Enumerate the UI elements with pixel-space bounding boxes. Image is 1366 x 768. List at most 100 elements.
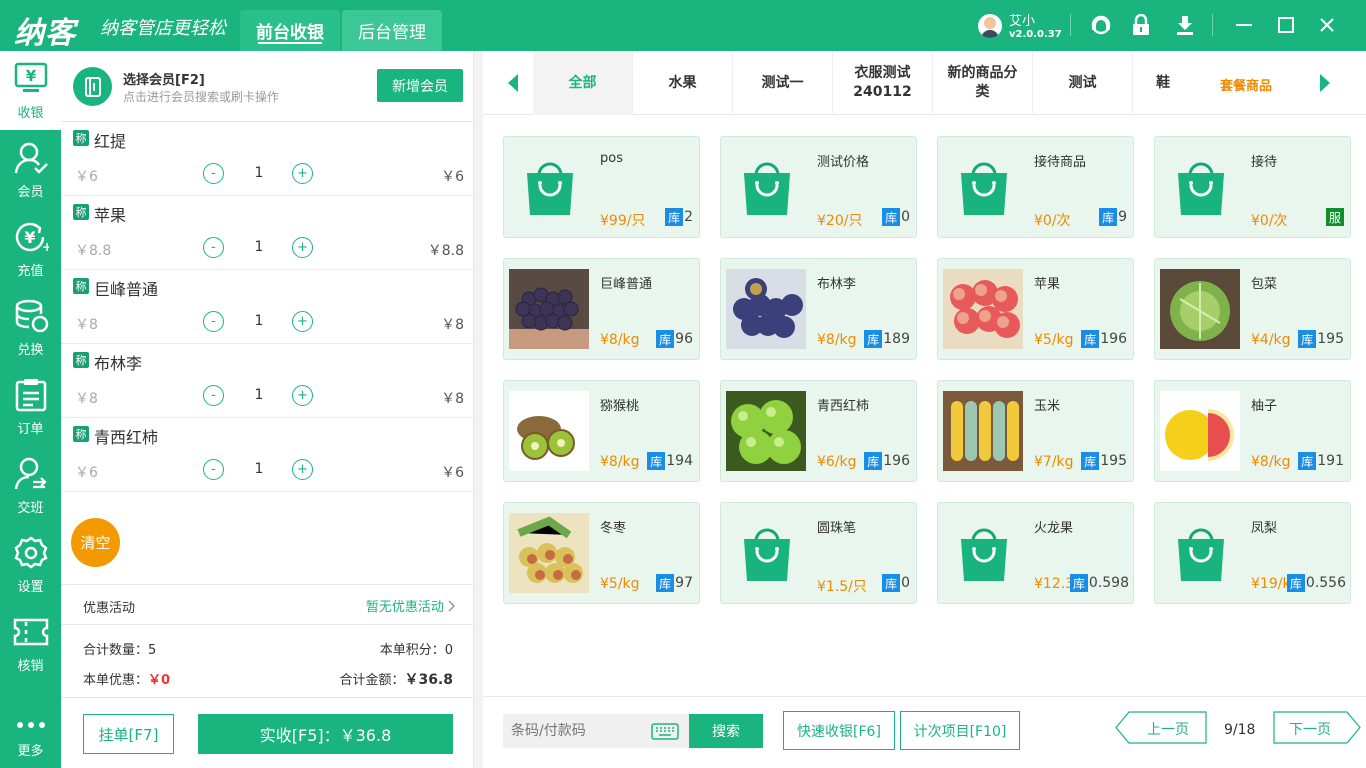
sidebar-item-more[interactable]: 更多 [0, 689, 61, 768]
category-prev-icon[interactable] [503, 71, 523, 95]
cart-item[interactable]: 称 苹果 ￥8.8 - 1 + ￥8.8 [61, 196, 474, 270]
product-stock: 库0 [882, 208, 910, 226]
product-stock: 库 196 [864, 452, 910, 470]
download-icon[interactable] [1172, 12, 1198, 38]
sidebar-item-settings[interactable]: 设置 [0, 525, 61, 604]
category-tab[interactable]: 鞋 [1133, 51, 1193, 115]
shopping-bag-icon [738, 159, 796, 221]
category-tab[interactable]: 新的商品分类 [933, 51, 1033, 115]
product-card[interactable]: 测试价格 ¥20/只 库 0 [720, 136, 917, 238]
category-tab[interactable]: 测试一 [733, 51, 833, 115]
product-card[interactable]: 布林李 ¥8/kg 库 189 [720, 258, 917, 360]
qty-plus-button[interactable]: + [292, 385, 313, 406]
qty-minus-button[interactable]: - [203, 311, 224, 332]
quick-checkout-button[interactable]: 快速收银[F6] [783, 711, 895, 750]
sidebar-item-shift[interactable]: 交班 [0, 446, 61, 525]
product-name: 测试价格 [817, 155, 870, 170]
minimize-icon[interactable] [1231, 12, 1257, 38]
sidebar-item-exchange[interactable]: 兑换 [0, 288, 61, 367]
sidebar-label: 更多 [17, 744, 44, 759]
cart-item-qty: 1 [254, 387, 264, 403]
product-card[interactable]: 柚子 ¥8/kg 库 191 [1154, 380, 1351, 482]
product-card[interactable]: 青西红柿 ¥6/kg 库 196 [720, 380, 917, 482]
sidebar-label: 充值 [17, 264, 44, 279]
tab-back-admin[interactable]: 后台管理 [342, 10, 442, 51]
product-card[interactable]: 包菜 ¥4/kg 库 195 [1154, 258, 1351, 360]
sidebar-item-member[interactable]: 会员 [0, 130, 61, 209]
category-package[interactable]: 套餐商品 [1220, 75, 1272, 94]
product-stock: 库 196 [1081, 330, 1127, 348]
product-name: 包菜 [1251, 277, 1278, 292]
stock-badge: 库 [1099, 208, 1118, 226]
tab-front-cashier[interactable]: 前台收银 [240, 10, 340, 51]
cart-item[interactable]: 称 青西红柿 ￥6 - 1 + ￥6 [61, 418, 474, 492]
lock-icon[interactable] [1128, 12, 1154, 38]
product-card[interactable]: 接待 ¥0/次 服 [1154, 136, 1351, 238]
promo-row[interactable]: 优惠活动 暂无优惠活动 [61, 584, 474, 625]
keyboard-icon[interactable] [651, 723, 679, 740]
sidebar-item-order[interactable]: 订单 [0, 367, 61, 446]
cart-item[interactable]: 称 巨峰普通 ￥8 - 1 + ￥8 [61, 270, 474, 344]
category-next-icon[interactable] [1315, 71, 1335, 95]
sidebar-label: 订单 [17, 422, 44, 437]
qty-minus-button[interactable]: - [203, 163, 224, 184]
product-image [1160, 269, 1240, 349]
user-profile[interactable]: 艾小 v2.0.0.37 [978, 12, 1068, 42]
sidebar-label: 核销 [17, 659, 44, 674]
product-card[interactable]: 火龙果 ¥12.3 库 0.598 [937, 502, 1134, 604]
category-tab[interactable]: 测试 [1033, 51, 1133, 115]
product-price: ¥8/kg [1251, 454, 1291, 470]
product-card[interactable]: 猕猴桃 ¥8/kg 库 194 [503, 380, 700, 482]
cart-item[interactable]: 称 布林李 ￥8 - 1 + ￥8 [61, 344, 474, 418]
product-card[interactable]: 接待商品 ¥0/次 库 9 [937, 136, 1134, 238]
product-card[interactable]: 巨峰普通 ¥8/kg 库 96 [503, 258, 700, 360]
product-stock: 库2 [665, 208, 693, 226]
cart-item-subtotal: ￥6 [441, 169, 464, 185]
qty-minus-button[interactable]: - [203, 459, 224, 480]
count-item-button[interactable]: 计次项目[F10] [900, 711, 1020, 750]
hang-order-button[interactable]: 挂单[F7] [83, 714, 174, 754]
product-card[interactable]: 冬枣 ¥5/kg 库 97 [503, 502, 700, 604]
qty-plus-button[interactable]: + [292, 237, 313, 258]
sidebar-item-verify[interactable]: 核销 [0, 604, 61, 683]
svg-text:+: + [42, 240, 49, 254]
product-stock: 库 194 [647, 452, 693, 470]
cart-actions: 挂单[F7] 实收[F5]：￥36.8 [61, 697, 474, 768]
search-button[interactable]: 搜索 [689, 714, 763, 748]
qty-minus-button[interactable]: - [203, 385, 224, 406]
stock-badge: 库 [1286, 574, 1305, 592]
member-select[interactable]: 选择会员[F2] 点击进行会员搜索或刷卡操作 新增会员 [61, 51, 474, 122]
clear-cart-button[interactable]: 清空 [71, 518, 120, 567]
sidebar-item-recharge[interactable]: ¥ + 充值 [0, 209, 61, 288]
product-price: ¥5/kg [1034, 332, 1074, 348]
pay-button[interactable]: 实收[F5]：￥36.8 [198, 714, 453, 754]
qty-plus-button[interactable]: + [292, 163, 313, 184]
product-card[interactable]: pos ¥99/只 库 2 [503, 136, 700, 238]
bottom-toolbar: 搜索 快速收银[F6] 计次项目[F10] 上一页 9/18 下一页 [483, 696, 1366, 768]
product-card[interactable]: 苹果 ¥5/kg 库 196 [937, 258, 1134, 360]
app-logo: 纳客 [14, 16, 76, 51]
cart-item[interactable]: 称 红提 ￥6 - 1 + ￥6 [61, 122, 474, 196]
product-name: 柚子 [1251, 399, 1278, 414]
qty-minus-button[interactable]: - [203, 237, 224, 258]
category-tab[interactable]: 水果 [633, 51, 733, 115]
ticket-icon [13, 618, 49, 646]
maximize-icon[interactable] [1273, 12, 1299, 38]
category-tab[interactable]: 全部 [533, 51, 633, 115]
qty-plus-button[interactable]: + [292, 311, 313, 332]
stock-badge: 库 [1069, 574, 1088, 592]
order-points: 本单积分：0 [379, 643, 453, 658]
product-card[interactable]: 凤梨 ¥19/k 库 0.556 [1154, 502, 1351, 604]
product-card[interactable]: 玉米 ¥7/kg 库 195 [937, 380, 1134, 482]
qty-plus-button[interactable]: + [292, 459, 313, 480]
support-icon[interactable] [1088, 12, 1114, 38]
category-tab[interactable]: 衣服测试240112 [833, 51, 933, 115]
add-member-button[interactable]: 新增会员 [377, 69, 463, 102]
product-name: 玉米 [1034, 399, 1061, 414]
weigh-badge: 称 [73, 278, 89, 294]
product-price: ¥8/kg [600, 332, 640, 348]
product-card[interactable]: 圆珠笔 ¥1.5/只库 0 [720, 502, 917, 604]
recharge-icon: ¥ + [15, 222, 49, 254]
close-icon[interactable] [1314, 12, 1340, 38]
sidebar-item-cashier[interactable]: ¥ 收银 [0, 51, 61, 130]
